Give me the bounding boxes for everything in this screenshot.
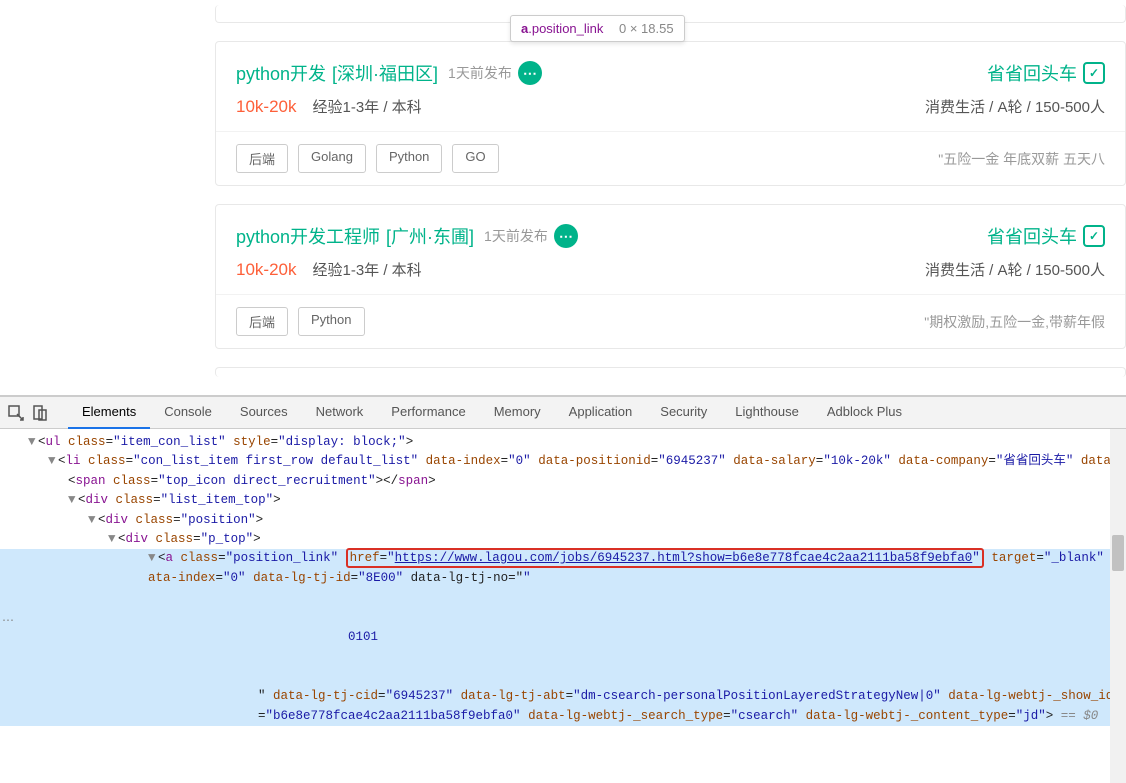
tab-sources[interactable]: Sources: [226, 396, 302, 429]
tab-elements[interactable]: Elements: [68, 396, 150, 429]
publish-time: 1天前发布: [448, 63, 512, 83]
tab-lighthouse[interactable]: Lighthouse: [721, 396, 813, 429]
devtools-tabs: Elements Console Sources Network Perform…: [68, 396, 916, 429]
tab-network[interactable]: Network: [302, 396, 378, 429]
devtools-toolbar: Elements Console Sources Network Perform…: [0, 397, 1126, 429]
job-title[interactable]: python开发: [236, 60, 326, 86]
tag[interactable]: Golang: [298, 144, 366, 173]
company-name[interactable]: 省省回头车: [987, 223, 1077, 249]
tag[interactable]: 后端: [236, 307, 288, 336]
tab-security[interactable]: Security: [646, 396, 721, 429]
job-card[interactable]: python开发 [深圳·福田区] 1天前发布 ⋯ 10k-20k 经验1-3年…: [215, 41, 1126, 186]
ellipsis-icon[interactable]: ⋯: [2, 613, 16, 628]
job-card[interactable]: python开发工程师 [广州·东圃] 1天前发布 ⋯ 10k-20k 经验1-…: [215, 204, 1126, 349]
job-location[interactable]: [广州·东圃]: [386, 223, 474, 249]
experience: 经验1-3年 / 本科: [312, 96, 421, 117]
chat-icon[interactable]: ⋯: [554, 224, 578, 248]
tab-application[interactable]: Application: [555, 396, 647, 429]
scrollbar[interactable]: [1110, 429, 1126, 783]
tab-memory[interactable]: Memory: [480, 396, 555, 429]
company-name[interactable]: 省省回头车: [987, 60, 1077, 86]
device-toggle-icon[interactable]: [32, 405, 48, 421]
scrollbar-thumb[interactable]: [1112, 535, 1124, 571]
salary: 10k-20k: [236, 260, 296, 280]
experience: 经验1-3年 / 本科: [312, 259, 421, 280]
benefit-text: "五险一金 年底双薪 五天八: [938, 149, 1105, 169]
tags: 后端 Golang Python GO: [236, 144, 499, 173]
tab-performance[interactable]: Performance: [377, 396, 479, 429]
tooltip-class: .position_link: [528, 21, 603, 36]
tag[interactable]: Python: [298, 307, 364, 336]
job-title[interactable]: python开发工程师: [236, 223, 380, 249]
benefit-text: "期权激励,五险一金,带薪年假: [924, 312, 1105, 332]
tab-adblock[interactable]: Adblock Plus: [813, 396, 916, 429]
tag[interactable]: Python: [376, 144, 442, 173]
company-info: 消费生活 / A轮 / 150-500人: [925, 96, 1105, 117]
devtools-panel: Elements Console Sources Network Perform…: [0, 395, 1126, 781]
inspect-tooltip: a.position_link 0 × 18.55: [510, 15, 685, 42]
salary: 10k-20k: [236, 97, 296, 117]
verified-icon: ✓: [1083, 62, 1105, 84]
verified-icon: ✓: [1083, 225, 1105, 247]
devtools-body[interactable]: ⋯ ▼<ul class="item_con_list" style="disp…: [0, 429, 1126, 783]
tags: 后端 Python: [236, 307, 365, 336]
tab-console[interactable]: Console: [150, 396, 226, 429]
inspect-element-icon[interactable]: [8, 405, 24, 421]
job-location[interactable]: [深圳·福田区]: [332, 60, 438, 86]
tag[interactable]: 后端: [236, 144, 288, 173]
tag[interactable]: GO: [452, 144, 498, 173]
tooltip-dimensions: 0 × 18.55: [619, 21, 674, 36]
publish-time: 1天前发布: [484, 226, 548, 246]
chat-icon[interactable]: ⋯: [518, 61, 542, 85]
company-info: 消费生活 / A轮 / 150-500人: [925, 259, 1105, 280]
